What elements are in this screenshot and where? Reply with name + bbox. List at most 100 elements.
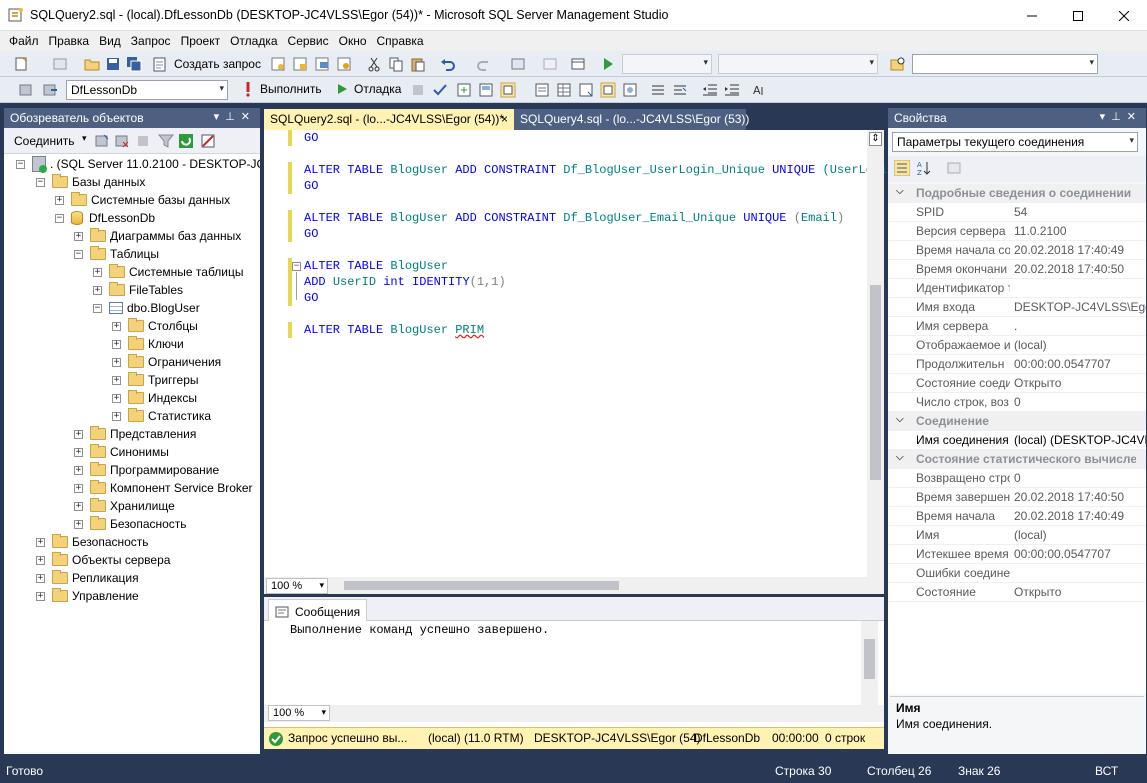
maximize-button[interactable] [1055, 0, 1101, 31]
property-row[interactable]: Число строк, воз 0 [888, 393, 1146, 412]
expand-toggle[interactable]: + [36, 573, 45, 583]
sql-editor[interactable]: − GO ALTER TABLE BlogUser ADD CONSTRAINT… [264, 130, 887, 594]
property-row[interactable]: Время окончани 20.02.2018 17:40:50 [888, 260, 1146, 279]
minimize-button[interactable] [1009, 0, 1055, 31]
messages-vertical-scrollbar[interactable] [861, 621, 878, 706]
copy-icon[interactable] [388, 56, 404, 72]
find-in-files-icon[interactable] [890, 56, 906, 72]
collapse-chevron-icon[interactable]: ⌵ [896, 414, 904, 425]
cancel-query-icon[interactable] [410, 82, 426, 98]
solution-config-select[interactable]: ▾ [622, 54, 712, 74]
find-input[interactable]: ▾ [912, 54, 1098, 74]
refresh-icon[interactable] [178, 133, 194, 149]
tab-messages[interactable]: Сообщения [268, 599, 368, 621]
tree-node-tables[interactable]: − Таблицы [74, 245, 159, 263]
expand-toggle[interactable]: + [74, 501, 83, 511]
start-icon[interactable] [600, 56, 616, 72]
disconnect-icon[interactable] [114, 133, 130, 149]
specify-template-values-icon[interactable]: A [752, 82, 768, 98]
property-row[interactable]: Состояние соеди Открыто [888, 374, 1146, 393]
expand-toggle[interactable]: + [74, 519, 83, 529]
menu-tools[interactable]: Сервис [283, 34, 334, 48]
tree-node-keys[interactable]: + Ключи [112, 335, 184, 353]
expand-toggle[interactable]: + [112, 411, 121, 421]
include-stats-icon[interactable] [622, 82, 638, 98]
property-pages-icon[interactable] [946, 160, 962, 176]
collapse-toggle[interactable]: − [36, 177, 45, 187]
save-all-icon[interactable] [126, 56, 142, 72]
tree-node-triggers[interactable]: + Триггеры [112, 371, 199, 389]
property-row[interactable]: Идентификатор т [888, 279, 1146, 298]
tree-node-security[interactable]: + Безопасность [36, 533, 149, 551]
debug-button[interactable]: Отладка [336, 81, 401, 97]
property-row[interactable]: Возвращено стро 0 [888, 469, 1146, 488]
property-row[interactable]: SPID 54 [888, 203, 1146, 222]
connect-server-icon[interactable] [94, 133, 110, 149]
save-icon[interactable] [105, 56, 121, 72]
database-select[interactable]: DfLessonDb ▾ [66, 80, 228, 100]
property-category[interactable]: ⌵ Состояние статистического вычислен [888, 450, 1146, 469]
editor-horizontal-scrollbar[interactable]: 100 % ▾ [264, 577, 884, 594]
new-query-button[interactable]: Создать запрос [152, 54, 261, 74]
analysis-query-icon[interactable] [292, 56, 308, 72]
include-plan-icon[interactable] [600, 82, 616, 98]
connect-arrow-icon[interactable]: ▾ [82, 133, 87, 144]
query-designer-icon[interactable] [478, 82, 494, 98]
change-connection-icon[interactable] [42, 82, 58, 98]
menu-view[interactable]: Вид [94, 34, 126, 48]
expand-toggle[interactable]: + [74, 483, 83, 493]
menu-file[interactable]: Файл [4, 34, 44, 48]
expand-toggle[interactable]: + [93, 285, 102, 295]
properties-object-select[interactable]: Параметры текущего соединения ▾ [892, 132, 1138, 152]
intellisense-icon[interactable] [500, 82, 516, 98]
tree-node-diagrams[interactable]: + Диаграммы баз данных [74, 227, 241, 245]
tree-node-dflessondb[interactable]: − DfLessonDb [55, 209, 155, 227]
property-row[interactable]: Продолжительн 00:00:00.0547707 [888, 355, 1146, 374]
collapse-toggle[interactable]: − [74, 249, 83, 259]
panel-pin-close-icon[interactable]: ▾⊥✕ [214, 110, 256, 123]
expand-toggle[interactable]: + [112, 393, 121, 403]
expand-toggle[interactable]: + [112, 321, 121, 331]
messages-horizontal-scrollbar[interactable]: 100 % ▾ [264, 705, 884, 722]
tree-node-views[interactable]: + Представления [74, 425, 196, 443]
property-row[interactable]: Отображаемое и (local) [888, 336, 1146, 355]
tree-node-management[interactable]: + Управление [36, 587, 139, 605]
undo-icon[interactable] [440, 56, 456, 72]
property-row[interactable]: Истекшее время 00:00:00.0547707 [888, 545, 1146, 564]
expand-toggle[interactable]: + [55, 195, 64, 205]
panel-pin-close-icon[interactable]: ▾⊥✕ [1100, 110, 1142, 123]
expand-toggle[interactable]: + [74, 231, 83, 241]
tree-node-constraints[interactable]: + Ограничения [112, 353, 221, 371]
property-category[interactable]: ⌵ Соединение [888, 412, 1146, 431]
tab-sqlquery4[interactable]: SQLQuery4.sql - (lo...-JC4VLSS\Egor (53)… [514, 109, 749, 130]
connect-dropdown[interactable]: Соединить [14, 134, 75, 148]
expand-toggle[interactable]: + [36, 537, 45, 547]
open-file-icon[interactable] [84, 56, 100, 72]
property-row[interactable]: Имя сервера. [888, 317, 1146, 336]
tree-node-indexes[interactable]: + Индексы [112, 389, 197, 407]
tree-node-databases[interactable]: − Базы данных [36, 173, 145, 191]
activity-monitor-icon[interactable] [200, 133, 216, 149]
new-project-icon[interactable] [14, 56, 30, 72]
redo-icon[interactable] [476, 56, 492, 72]
collapse-toggle[interactable]: − [16, 159, 25, 169]
property-row[interactable]: Ошибки соедине [888, 564, 1146, 583]
tree-node-bloguser[interactable]: − dbo.BlogUser [93, 299, 200, 317]
navigate-forward-icon[interactable] [542, 56, 558, 72]
cut-icon[interactable] [366, 56, 382, 72]
property-row[interactable]: Время начала 20.02.2018 17:40:49 [888, 507, 1146, 526]
alphabetical-icon[interactable]: AZ [916, 160, 932, 176]
expand-toggle[interactable]: + [36, 555, 45, 565]
expand-toggle[interactable]: + [74, 447, 83, 457]
tree-node-server[interactable]: − . (SQL Server 11.0.2100 - DESKTOP-JC4V [16, 155, 260, 173]
tree-node-db-security[interactable]: + Безопасность [74, 515, 187, 533]
db-engine-query-icon[interactable] [270, 56, 286, 72]
results-to-file-icon[interactable] [578, 82, 594, 98]
messages-zoom-select[interactable]: 100 % ▾ [268, 705, 330, 721]
scroll-thumb[interactable] [864, 639, 875, 679]
connect-icon[interactable] [18, 82, 34, 98]
comment-out-icon[interactable] [650, 82, 666, 98]
execute-button[interactable]: Выполнить [242, 81, 322, 97]
expand-toggle[interactable]: + [112, 357, 121, 367]
property-row[interactable]: Имя соединения (local) (DESKTOP-JC4VL [888, 431, 1146, 450]
